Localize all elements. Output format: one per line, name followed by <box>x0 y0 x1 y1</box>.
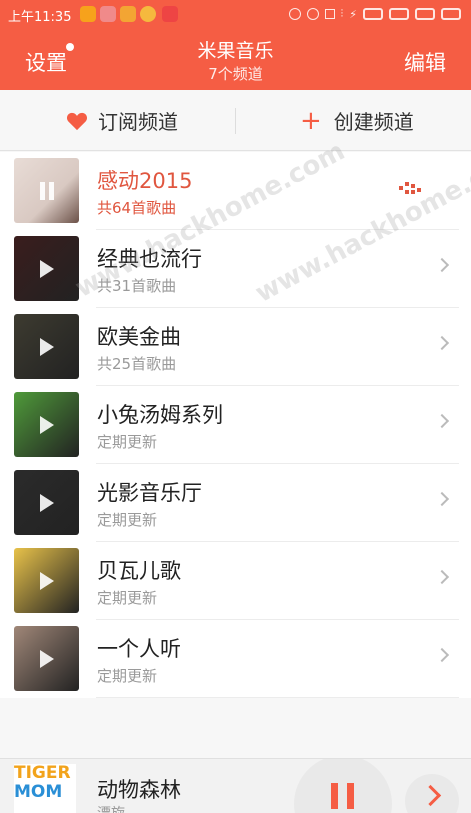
signal-icon: ⫶ <box>340 7 344 20</box>
alarm-icon <box>306 8 319 20</box>
channel-name: 贝瓦儿歌 <box>97 559 181 583</box>
now-playing-title: 动物森林 <box>97 778 181 802</box>
channel-count: 7个频道 <box>208 65 263 83</box>
chevron-right-icon <box>434 491 450 507</box>
channel-name: 小兔汤姆系列 <box>97 403 223 427</box>
sim-icon-2 <box>389 8 409 20</box>
chevron-right-icon <box>434 647 450 663</box>
now-playing-equalizer-icon <box>399 182 427 198</box>
status-icons: ⫶ ⚡ <box>288 7 461 21</box>
channel-cover[interactable] <box>14 158 79 223</box>
create-channel-button[interactable]: + 创建频道 <box>300 90 414 151</box>
channel-cover[interactable] <box>14 392 79 457</box>
page-title: 米果音乐 <box>197 40 274 62</box>
action-bar: 订阅频道 + 创建频道 <box>0 90 471 151</box>
now-playing-cover: TIGER MOM <box>14 764 76 813</box>
cover-text-top: TIGER <box>14 763 71 783</box>
channel-info: 定期更新 <box>97 433 158 451</box>
subscribe-label: 订阅频道 <box>98 110 178 134</box>
channel-name: 经典也流行 <box>97 247 202 271</box>
app-notification-icon-2 <box>140 6 156 22</box>
channel-name: 感动2015 <box>97 169 193 193</box>
channel-row[interactable]: 一个人听 定期更新 <box>0 620 471 698</box>
channel-row[interactable]: 小兔汤姆系列定期更新 <box>0 386 471 464</box>
screen-icon <box>324 9 335 19</box>
app-notification-icon <box>80 6 96 22</box>
channel-info: 共25首歌曲 <box>97 355 177 373</box>
channel-cover[interactable] <box>14 236 79 301</box>
chevron-right-icon <box>434 413 450 429</box>
channel-info: 定期更新 <box>97 667 158 685</box>
channel-cover[interactable] <box>14 314 79 379</box>
app-header: 上午11:35 ⫶ ⚡ 设置 米果音乐 7个频道 编辑 <box>0 0 471 90</box>
channel-name: 一个人听 <box>97 637 181 661</box>
subscribe-channel-button[interactable]: 订阅频道 <box>66 90 178 151</box>
sim-icon <box>363 8 383 20</box>
now-playing-bar[interactable]: TIGER MOM 动物森林 漂旋 <box>0 758 471 813</box>
channel-info: 共31首歌曲 <box>97 277 177 295</box>
play-icon <box>40 650 54 668</box>
channel-info: 定期更新 <box>97 589 158 607</box>
play-icon <box>40 572 54 590</box>
channel-info: 共64首歌曲 <box>97 199 177 217</box>
cat-notification-icon <box>120 6 136 22</box>
status-time: 上午11:35 <box>8 10 72 25</box>
heart-icon <box>66 112 88 130</box>
play-icon <box>40 338 54 356</box>
channel-row[interactable]: 贝瓦儿歌 定期更新 <box>0 542 471 620</box>
channel-row[interactable]: 感动2015 共64首歌曲 <box>0 152 471 230</box>
cover-text-bottom: MOM <box>14 782 63 802</box>
channel-cover[interactable] <box>14 470 79 535</box>
chevron-right-icon <box>434 335 450 351</box>
bluetooth-icon <box>288 8 301 20</box>
next-button[interactable] <box>405 774 459 813</box>
now-playing-artist: 漂旋 <box>97 803 125 813</box>
channel-row[interactable]: 欧美金曲共25首歌曲 <box>0 308 471 386</box>
channel-cover[interactable] <box>14 548 79 613</box>
channel-name: 光影音乐厅 <box>97 481 202 505</box>
channel-list: 感动2015 共64首歌曲经典也流行共31首歌曲欧美金曲共25首歌曲小兔汤姆系列定… <box>0 152 471 698</box>
pause-button[interactable] <box>294 759 392 813</box>
charging-icon: ⚡ <box>349 7 357 21</box>
battery-icon <box>441 8 461 20</box>
channel-row[interactable]: 光影音乐厅 定期更新 <box>0 464 471 542</box>
pause-icon <box>38 182 56 200</box>
channel-row[interactable]: 经典也流行共31首歌曲 <box>0 230 471 308</box>
channel-name: 欧美金曲 <box>97 325 181 349</box>
action-divider <box>235 108 236 134</box>
create-label: 创建频道 <box>333 110 414 134</box>
play-icon <box>40 416 54 434</box>
channel-cover[interactable] <box>14 626 79 691</box>
row-divider <box>96 697 459 698</box>
chevron-right-icon <box>434 569 450 585</box>
play-icon <box>40 494 54 512</box>
video-notification-icon <box>162 6 178 22</box>
mail-notification-icon <box>100 6 116 22</box>
plus-icon: + <box>300 105 322 136</box>
edit-button[interactable]: 编辑 <box>404 47 446 77</box>
status-bar: 上午11:35 ⫶ ⚡ <box>0 0 471 28</box>
wifi-icon <box>415 8 435 20</box>
play-icon <box>40 260 54 278</box>
channel-info: 定期更新 <box>97 511 158 529</box>
chevron-right-icon <box>434 257 450 273</box>
